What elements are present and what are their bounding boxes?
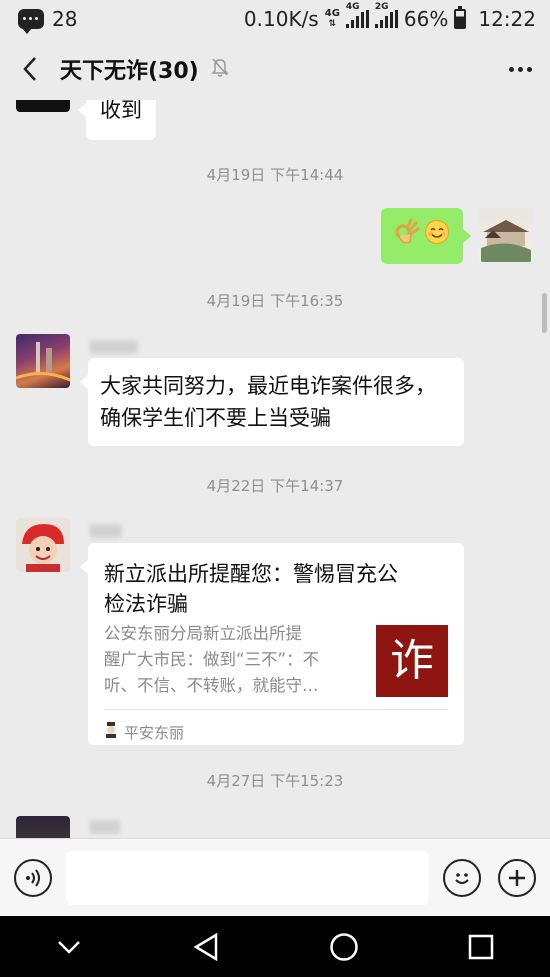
- avatar[interactable]: [16, 100, 70, 112]
- message-text: 收到: [100, 100, 142, 122]
- clock: 12:22: [478, 7, 536, 31]
- notification-count: 28: [52, 7, 78, 31]
- recents-square-icon[interactable]: [451, 916, 511, 977]
- battery-icon: [454, 6, 467, 29]
- card-source: 平安东丽: [104, 717, 184, 749]
- plus-icon[interactable]: [498, 859, 536, 897]
- timestamp: 4月27日 下午15:23: [206, 772, 344, 790]
- avatar[interactable]: [16, 816, 70, 838]
- card-divider: [104, 709, 448, 710]
- card-description-line: 醒广大市民：做到“三不”：不: [104, 650, 320, 669]
- sender-name: [90, 820, 120, 834]
- battery-percent: 66%: [403, 7, 449, 31]
- input-bar: [0, 838, 550, 916]
- message-text-line: 大家共同努力，最近电诈案件很多，: [100, 374, 436, 398]
- home-circle-icon[interactable]: [314, 916, 374, 977]
- chevron-down-icon[interactable]: [39, 916, 99, 977]
- police-badge-icon: [104, 717, 118, 749]
- card-title-line: 检法诈骗: [104, 592, 188, 616]
- system-nav-bar: [0, 916, 550, 977]
- signal-icon-2: 2G: [374, 2, 398, 28]
- chat-header: 天下无诈(30): [0, 38, 550, 100]
- sender-name: [90, 524, 122, 538]
- timestamp: 4月22日 下午14:37: [206, 477, 344, 495]
- signal-icon-1: 4G: [345, 2, 369, 28]
- smile-emoji-icon: [424, 219, 450, 254]
- card-source-name: 平安东丽: [124, 724, 185, 742]
- ok-hand-emoji-icon: [394, 218, 420, 255]
- sender-name: [90, 340, 138, 354]
- status-bar: 28 0.10K/s 4G ⇅ 4G 2G 66% 12:22: [0, 0, 550, 38]
- message-bubble[interactable]: 大家共同努力，最近电诈案件很多， 确保学生们不要上当受骗: [80, 358, 464, 446]
- timestamp: 4月19日 下午14:44: [206, 166, 344, 184]
- link-card-message[interactable]: 新立派出所提醒您：警惕冒充公 检法诈骗 公安东丽分局新立派出所提 醒广大市民：做…: [80, 543, 464, 745]
- card-description-line: 听、不信、不转账，就能守…: [104, 676, 319, 695]
- avatar[interactable]: [16, 334, 70, 388]
- card-title-line: 新立派出所提醒您：警惕冒充公: [104, 562, 398, 586]
- chat-title: 天下无诈(30): [60, 59, 199, 84]
- network-speed: 0.10K/s: [243, 7, 319, 31]
- message-text-line: 确保学生们不要上当受骗: [100, 406, 331, 430]
- chevron-left-icon[interactable]: [0, 38, 60, 100]
- bell-off-icon: [210, 57, 229, 81]
- message-notification-icon: [18, 9, 44, 34]
- avatar-self[interactable]: [479, 208, 533, 262]
- avatar[interactable]: [16, 518, 70, 572]
- message-bubble[interactable]: 收到: [78, 100, 156, 140]
- emoji-icon[interactable]: [443, 859, 481, 897]
- chat-message-list[interactable]: 收到 4月19日 下午14:44 4月19日 下午16:35 大家共同努力，最近…: [0, 100, 550, 838]
- voice-input-icon[interactable]: [14, 859, 52, 897]
- message-bubble-self[interactable]: [381, 208, 471, 264]
- back-triangle-icon[interactable]: [176, 916, 236, 977]
- message-input[interactable]: [66, 851, 429, 905]
- card-thumbnail: 诈: [376, 625, 448, 697]
- timestamp: 4月19日 下午16:35: [206, 292, 344, 310]
- network-type-4g: 4G ⇅: [324, 8, 340, 30]
- more-dots-icon[interactable]: [490, 66, 550, 72]
- card-description-line: 公安东丽分局新立派出所提: [104, 624, 302, 643]
